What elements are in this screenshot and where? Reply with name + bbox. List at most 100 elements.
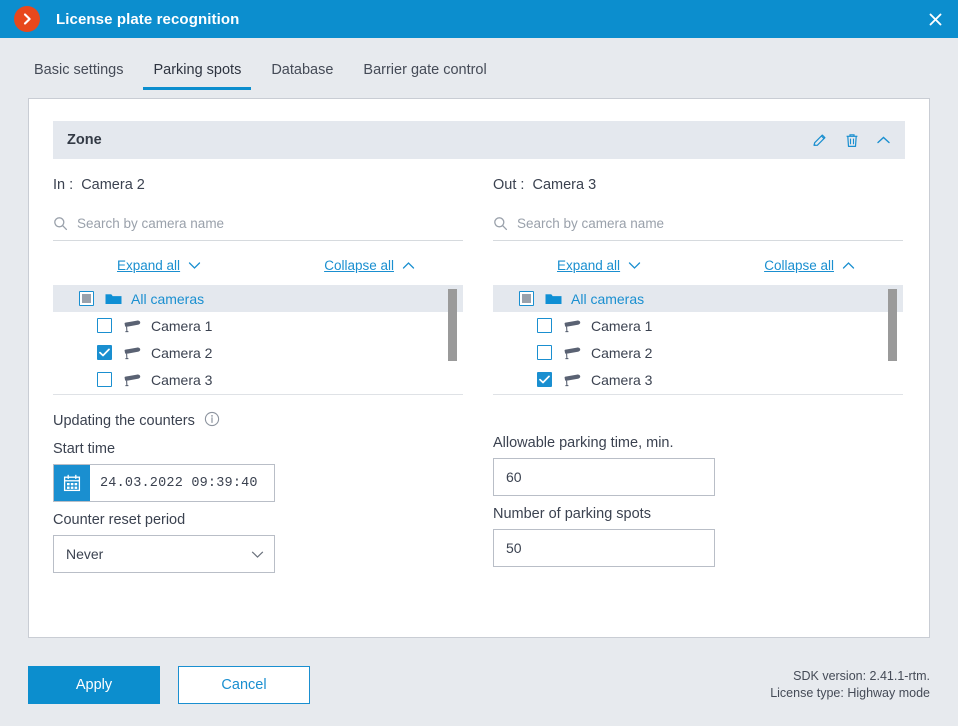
in-checkbox-all-cameras[interactable] xyxy=(79,291,94,306)
tree-row[interactable]: Camera 1 xyxy=(493,312,903,339)
in-camera-tree: All cameras Camera 1 Camera 2 Camera 3 xyxy=(53,285,463,395)
out-checkbox-camera-3[interactable] xyxy=(537,372,552,387)
cancel-button[interactable]: Cancel xyxy=(178,666,310,704)
tree-row[interactable]: All cameras xyxy=(53,285,463,312)
chevron-up-icon xyxy=(402,261,415,269)
tree-item-label: Camera 2 xyxy=(591,344,653,361)
allowable-parking-time-input[interactable]: 60 xyxy=(493,458,715,496)
out-checkbox-all-cameras[interactable] xyxy=(519,291,534,306)
io-label-row: In : Camera 2 Out : Camera 3 xyxy=(53,177,905,193)
tree-row[interactable]: Camera 1 xyxy=(53,312,463,339)
check-icon xyxy=(539,375,550,384)
in-checkbox-camera-3[interactable] xyxy=(97,372,112,387)
out-collapse-all-label: Collapse all xyxy=(764,257,834,273)
out-tree-scrollbar[interactable] xyxy=(888,289,897,391)
in-label-key: In : xyxy=(53,177,74,193)
in-collapse-all-link[interactable]: Collapse all xyxy=(324,258,415,273)
in-search-input[interactable] xyxy=(77,216,463,231)
tab-barrier-gate-control[interactable]: Barrier gate control xyxy=(353,62,496,90)
out-search-box[interactable] xyxy=(493,209,903,241)
in-search-container xyxy=(53,193,463,241)
in-expand-container: Expand all Collapse all xyxy=(53,241,463,279)
zone-header: Zone xyxy=(53,121,905,159)
out-column-header: Out : Camera 3 xyxy=(493,177,903,193)
updating-counters-section: Updating the counters xyxy=(53,411,463,431)
left-form-column: Updating the counters Start time 24.03.2… xyxy=(53,411,463,573)
tab-parking-spots[interactable]: Parking spots xyxy=(143,62,252,90)
tab-basic-settings[interactable]: Basic settings xyxy=(24,62,133,90)
chevron-down-icon xyxy=(628,261,641,269)
in-label-value: Camera 2 xyxy=(81,177,145,193)
out-checkbox-camera-1[interactable] xyxy=(537,318,552,333)
in-column-header: In : Camera 2 xyxy=(53,177,463,193)
pencil-icon xyxy=(813,134,826,146)
window-title: License plate recognition xyxy=(56,10,240,28)
in-tree-scroll-thumb[interactable] xyxy=(448,289,457,361)
tree-row[interactable]: Camera 2 xyxy=(493,339,903,366)
zone-edit-button[interactable] xyxy=(811,132,828,149)
number-of-parking-spots-input[interactable]: 50 xyxy=(493,529,715,567)
start-time-label: Start time xyxy=(53,441,116,457)
chevron-right-circle-icon xyxy=(14,6,40,32)
license-type-text: License type: Highway mode xyxy=(770,686,930,700)
tree-row[interactable]: Camera 2 xyxy=(53,339,463,366)
start-time-value[interactable]: 24.03.2022 09:39:40 xyxy=(90,465,258,501)
in-search-box[interactable] xyxy=(53,209,463,241)
out-checkbox-camera-2[interactable] xyxy=(537,345,552,360)
allowable-parking-time-label: Allowable parking time, min. xyxy=(493,435,674,451)
chevron-up-icon xyxy=(877,136,890,143)
sdk-version-text: SDK version: 2.41.1-rtm. xyxy=(793,669,930,683)
camera-icon xyxy=(123,373,142,387)
check-icon xyxy=(99,348,110,357)
in-camera-tree-container: All cameras Camera 1 Camera 2 Camera 3 xyxy=(53,279,463,395)
tree-item-label: All cameras xyxy=(131,290,205,307)
counter-settings-row: Updating the counters Start time 24.03.2… xyxy=(53,411,905,573)
title-bar: License plate recognition xyxy=(0,0,958,38)
in-collapse-all-label: Collapse all xyxy=(324,257,394,273)
expand-collapse-row: Expand all Collapse all Expand all Colla… xyxy=(53,241,905,279)
out-expand-all-link[interactable]: Expand all xyxy=(557,258,641,273)
tab-database[interactable]: Database xyxy=(261,62,343,90)
camera-icon xyxy=(563,373,582,387)
calendar-icon[interactable] xyxy=(54,465,90,501)
tab-bar: Basic settings Parking spots Database Ba… xyxy=(0,38,958,90)
search-icon xyxy=(54,217,68,231)
zone-delete-button[interactable] xyxy=(844,132,860,149)
counter-reset-period-value: Never xyxy=(66,546,104,562)
allowable-parking-time-value: 60 xyxy=(506,469,522,485)
zone-actions xyxy=(811,132,891,149)
in-checkbox-camera-2[interactable] xyxy=(97,345,112,360)
out-expand-all-label: Expand all xyxy=(557,257,621,273)
folder-icon xyxy=(545,292,562,305)
in-checkbox-camera-1[interactable] xyxy=(97,318,112,333)
tree-row[interactable]: All cameras xyxy=(493,285,903,312)
start-time-field[interactable]: 24.03.2022 09:39:40 xyxy=(53,464,275,502)
tree-row[interactable]: Camera 3 xyxy=(493,366,903,393)
out-camera-tree-container: All cameras Camera 1 Camera 2 Camera 3 xyxy=(493,279,903,395)
counter-reset-period-select[interactable]: Never xyxy=(53,535,275,573)
close-button[interactable] xyxy=(912,0,958,38)
tree-item-label: Camera 3 xyxy=(151,371,213,388)
number-of-parking-spots-value: 50 xyxy=(506,540,522,556)
tree-item-label: Camera 1 xyxy=(591,317,653,334)
in-expand-all-label: Expand all xyxy=(117,257,181,273)
in-tree-scrollbar[interactable] xyxy=(448,289,457,391)
out-collapse-all-link[interactable]: Collapse all xyxy=(764,258,855,273)
tree-item-label: Camera 3 xyxy=(591,371,653,388)
out-tree-scroll-thumb[interactable] xyxy=(888,289,897,361)
search-row xyxy=(53,193,905,241)
number-of-parking-spots-label: Number of parking spots xyxy=(493,506,651,522)
camera-icon xyxy=(563,346,582,360)
out-search-input[interactable] xyxy=(517,216,903,231)
in-expand-all-link[interactable]: Expand all xyxy=(117,258,201,273)
out-label-value: Camera 3 xyxy=(532,177,597,193)
tree-row[interactable]: Camera 3 xyxy=(53,366,463,393)
info-icon[interactable] xyxy=(204,411,220,431)
folder-icon xyxy=(105,292,122,305)
apply-button[interactable]: Apply xyxy=(28,666,160,704)
zone-collapse-button[interactable] xyxy=(876,135,891,146)
chevron-down-icon xyxy=(188,261,201,269)
search-icon xyxy=(494,217,508,231)
camera-icon xyxy=(123,319,142,333)
chevron-up-icon xyxy=(842,261,855,269)
